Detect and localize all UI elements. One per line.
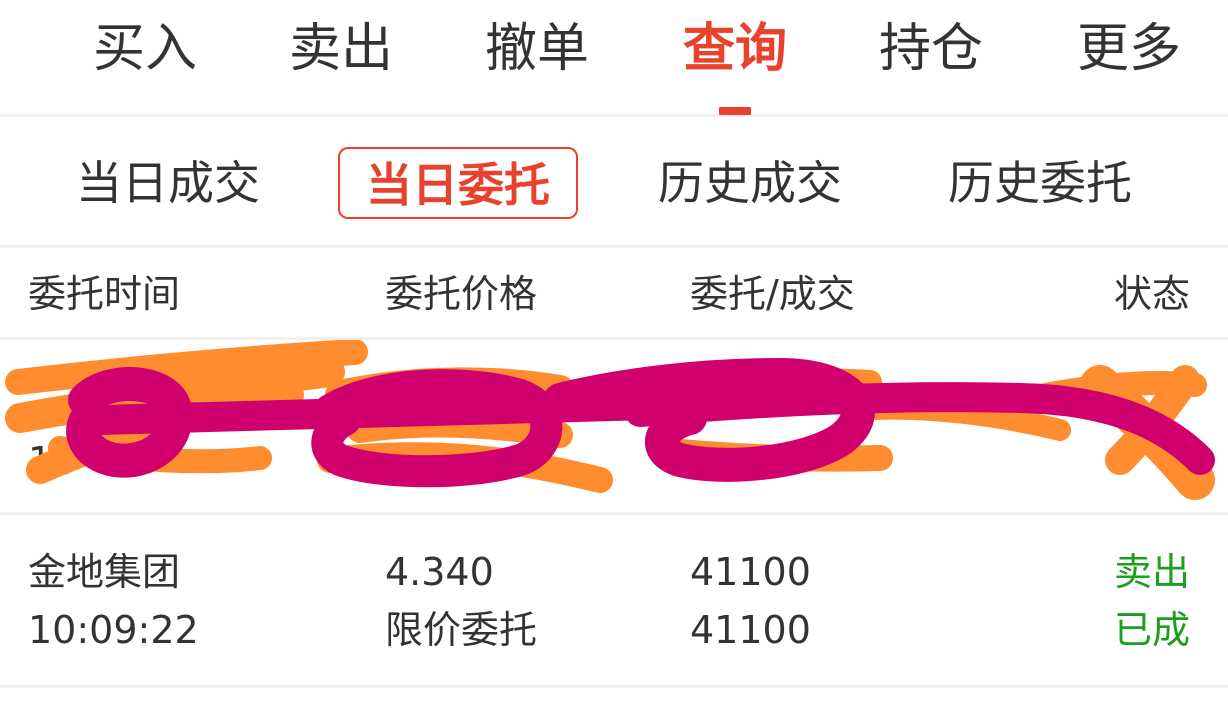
filled-quantity: 41100 <box>690 608 811 652</box>
subtab-today-orders[interactable]: 当日委托 <box>338 147 578 219</box>
subtab-history-orders[interactable]: 历史委托 <box>940 147 1140 219</box>
tab-query[interactable]: 查询 <box>670 14 800 115</box>
order-time: 10:09:22 <box>28 608 199 652</box>
header-order-price: 委托价格 <box>385 272 538 316</box>
tab-sell[interactable]: 卖出 <box>276 14 406 84</box>
tab-positions[interactable]: 持仓 <box>866 14 996 84</box>
header-order-time: 委托时间 <box>28 272 181 316</box>
redaction-scribble <box>5 340 1215 500</box>
order-price: 4.340 <box>385 550 494 594</box>
header-status: 状态 <box>1114 272 1191 316</box>
tab-query-label: 查询 <box>682 19 787 79</box>
table-row[interactable]: 金地集团 10:09:22 4.340 限价委托 41100 41100 卖出 … <box>0 515 1228 688</box>
tab-more[interactable]: 更多 <box>1064 14 1194 84</box>
subtab-history-trades[interactable]: 历史成交 <box>650 147 850 219</box>
table-row-redacted[interactable]: 10 <box>0 340 1228 515</box>
order-query-screen: 买入 卖出 撤单 查询 持仓 更多 当日成交 当日委托 历史成交 历史委托 委托… <box>0 0 1228 727</box>
tab-buy[interactable]: 买入 <box>80 14 210 84</box>
order-direction: 卖出 <box>1114 550 1191 594</box>
active-tab-indicator <box>719 107 751 115</box>
table-header: 委托时间 委托价格 委托/成交 状态 <box>0 248 1228 340</box>
sub-tab-bar: 当日成交 当日委托 历史成交 历史委托 <box>0 117 1228 248</box>
stock-name: 金地集团 <box>28 550 181 594</box>
order-quantity: 41100 <box>690 550 811 594</box>
order-type: 限价委托 <box>385 608 538 652</box>
tab-cancel-order[interactable]: 撤单 <box>472 14 602 84</box>
header-order-filled: 委托/成交 <box>690 272 855 316</box>
order-status: 已成 <box>1114 608 1191 652</box>
top-tab-bar: 买入 卖出 撤单 查询 持仓 更多 <box>0 0 1228 117</box>
subtab-today-trades[interactable]: 当日成交 <box>68 147 268 219</box>
